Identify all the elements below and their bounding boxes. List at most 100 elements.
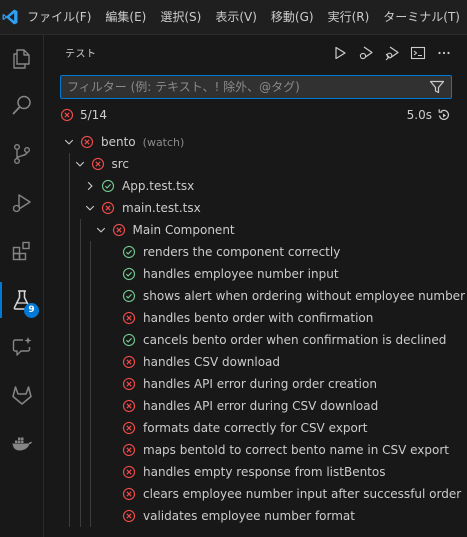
rerun-icon[interactable] <box>436 107 452 123</box>
test-label: Main Component <box>132 223 235 237</box>
test-tree-item[interactable]: formats date correctly for CSV export <box>45 417 467 439</box>
menu-item[interactable]: ターミナル(T) <box>376 0 467 35</box>
filter-icon[interactable] <box>429 79 445 95</box>
debug-run-icon <box>359 46 373 59</box>
extensions-button[interactable] <box>0 229 44 273</box>
filter-input[interactable] <box>61 76 421 98</box>
pass-status-icon <box>121 332 137 348</box>
run-with-coverage-button[interactable] <box>381 42 403 64</box>
run-icon <box>335 46 346 59</box>
menu-item[interactable]: 実行(R) <box>321 0 377 35</box>
failed-count: 5/14 <box>80 108 107 122</box>
fail-status-icon <box>100 200 116 216</box>
test-tree-item[interactable]: handles employee number input <box>45 263 467 285</box>
test-label: main.test.tsx <box>122 201 201 215</box>
test-label: maps bentoId to correct bento name in CS… <box>143 443 449 457</box>
menu-item[interactable]: 表示(V) <box>208 0 264 35</box>
test-tree-item[interactable]: App.test.tsx <box>45 175 467 197</box>
debug-all-tests-button[interactable] <box>355 42 377 64</box>
test-tree-item[interactable]: handles empty response from listBentos <box>45 461 467 483</box>
chevron-down-icon[interactable] <box>82 200 98 216</box>
test-tree-item[interactable]: shows alert when ordering without employ… <box>45 285 467 307</box>
show-output-button[interactable] <box>407 42 429 64</box>
search-button[interactable] <box>0 83 44 127</box>
menu-item[interactable]: 移動(G) <box>264 0 321 35</box>
test-explorer-panel: テスト 5/14 5.0s bento (watch) src App.test.ts… <box>45 35 467 537</box>
menu-bar: ファイル(F) 編集(E) 選択(S) 表示(V) 移動(G) 実行(R) ターミナル(T) <box>0 0 467 35</box>
menu-item[interactable]: ファイル(F) <box>20 0 98 35</box>
test-tree-item[interactable]: handles API error during CSV download <box>45 395 467 417</box>
test-tree-item[interactable]: cancels bento order when confirmation is… <box>45 329 467 351</box>
fail-status-icon <box>121 354 137 370</box>
terminal-icon <box>410 46 426 59</box>
source-control-icon <box>13 144 30 165</box>
filter-box <box>60 75 452 99</box>
docker-button[interactable] <box>0 421 44 465</box>
fail-status-icon <box>121 420 137 436</box>
vscode-logo-icon <box>0 0 20 35</box>
test-tree-item[interactable]: handles API error during order creation <box>45 373 467 395</box>
test-label: formats date correctly for CSV export <box>143 421 368 435</box>
test-tree-item[interactable]: src <box>45 153 467 175</box>
active-indicator <box>0 282 2 318</box>
fail-status-icon <box>121 486 137 502</box>
activity-bar: 9 <box>0 35 44 537</box>
test-label: handles API error during order creation <box>143 377 377 391</box>
test-tree-item[interactable]: validates employee number format <box>45 505 467 527</box>
more-actions-button[interactable] <box>433 42 455 64</box>
test-tree-item[interactable]: bento (watch) <box>45 131 467 153</box>
chevron-down-icon[interactable] <box>93 222 109 238</box>
test-tree-item[interactable]: handles CSV download <box>45 351 467 373</box>
test-tree-item[interactable]: renders the component correctly <box>45 241 467 263</box>
chat-button[interactable] <box>0 325 44 369</box>
test-label: handles API error during CSV download <box>143 399 379 413</box>
test-label: handles bento order with confirmation <box>143 311 374 325</box>
chevron-down-icon[interactable] <box>61 134 77 150</box>
test-tree-item[interactable]: main.test.tsx <box>45 197 467 219</box>
duration: 5.0s <box>406 108 432 122</box>
run-all-tests-button[interactable] <box>329 42 351 64</box>
test-tree-item[interactable]: handles bento order with confirmation <box>45 307 467 329</box>
fail-status-icon <box>121 376 137 392</box>
run-debug-button[interactable] <box>0 181 44 225</box>
indent-guide <box>69 153 70 527</box>
menu-item[interactable]: 編集(E) <box>98 0 153 35</box>
docker-icon <box>12 437 32 451</box>
gitlab-button[interactable] <box>0 373 44 417</box>
test-tree-item[interactable]: clears employee number input after succe… <box>45 483 467 505</box>
test-tree-item[interactable]: maps bentoId to correct bento name in CS… <box>45 439 467 461</box>
chevron-right-icon[interactable] <box>82 178 98 194</box>
test-label: handles empty response from listBentos <box>143 465 386 479</box>
pass-status-icon <box>121 266 137 282</box>
fail-status-icon <box>121 442 137 458</box>
indent-guide <box>90 241 91 527</box>
source-control-button[interactable] <box>0 132 44 176</box>
test-tree-item[interactable]: Main Component <box>45 219 467 241</box>
coverage-run-icon <box>385 46 399 60</box>
test-description: (watch) <box>142 135 185 149</box>
test-label: src <box>111 157 130 171</box>
test-label: handles employee number input <box>143 267 339 281</box>
test-label: App.test.tsx <box>122 179 195 193</box>
indent-guide <box>79 219 81 527</box>
test-label: cancels bento order when confirmation is… <box>143 333 447 347</box>
explorer-button[interactable] <box>0 37 44 81</box>
testing-button[interactable]: 9 <box>0 278 44 322</box>
fail-status-icon <box>79 134 95 150</box>
test-label: validates employee number format <box>143 509 355 523</box>
fail-status-icon <box>121 398 137 414</box>
gitlab-icon <box>12 386 32 405</box>
chevron-down-icon[interactable] <box>72 156 88 172</box>
test-count-badge: 9 <box>24 303 39 318</box>
menu-item[interactable]: 選択(S) <box>153 0 208 35</box>
